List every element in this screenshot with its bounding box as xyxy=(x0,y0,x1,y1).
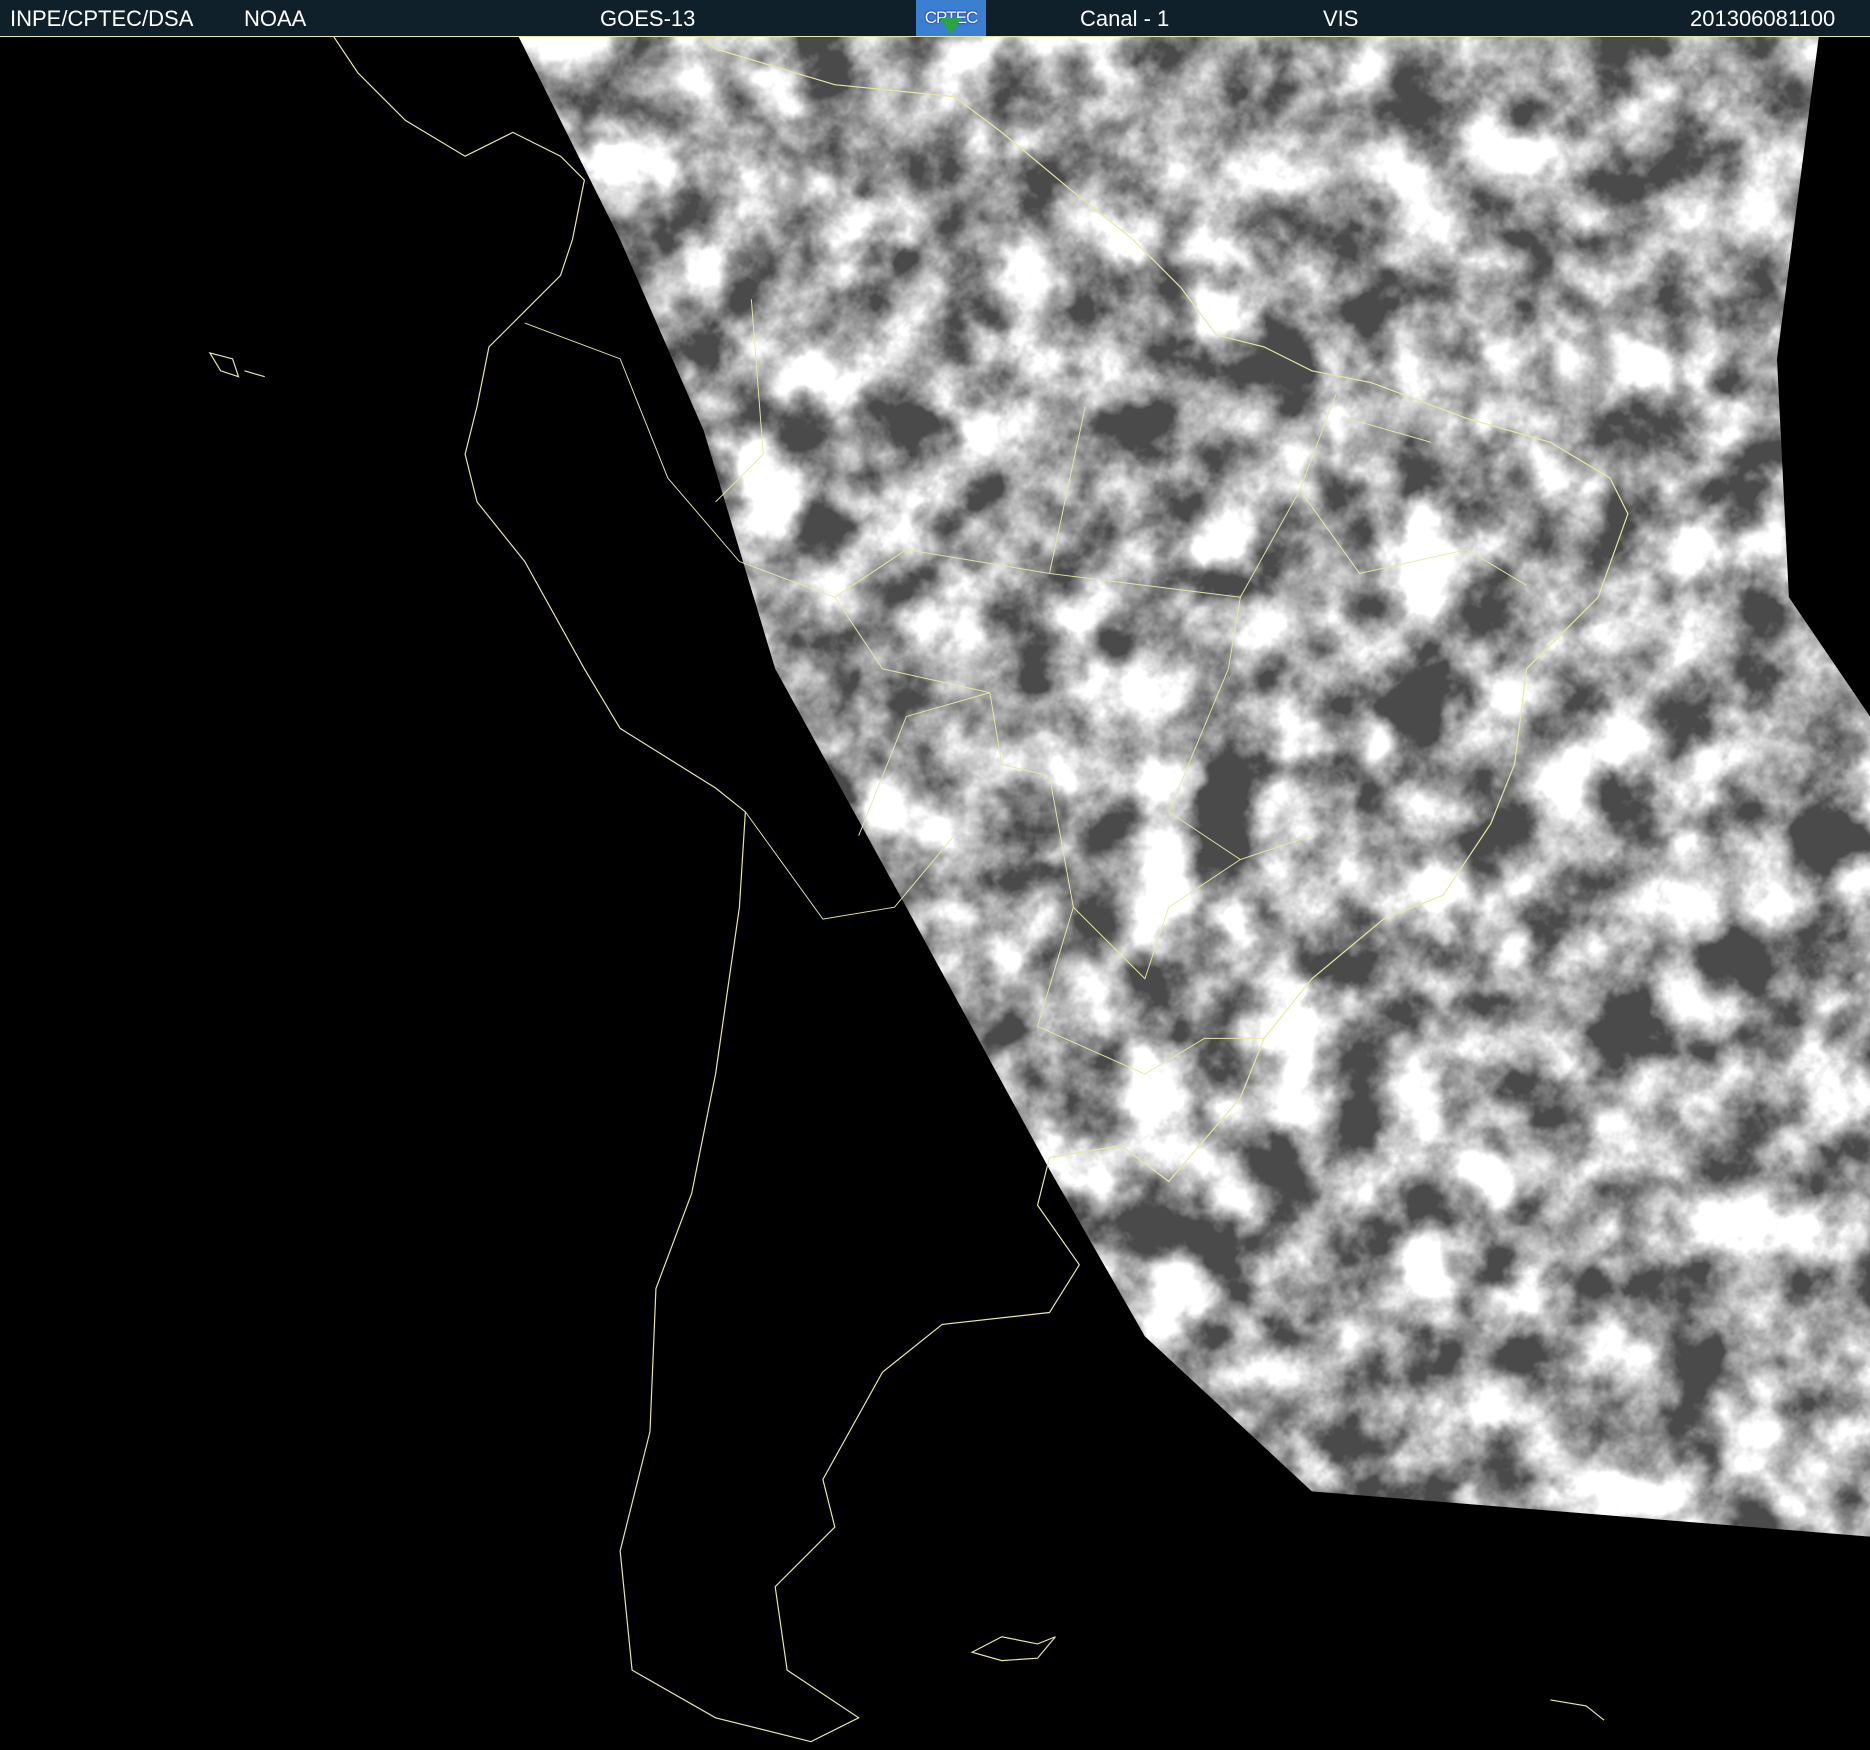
channel-label: Canal - 1 xyxy=(1080,6,1170,31)
agency-label: INPE/CPTEC/DSA xyxy=(10,6,194,31)
satellite-image xyxy=(0,37,1870,1750)
cptec-logo: CPTEC xyxy=(916,0,986,36)
band-label: VIS xyxy=(1323,6,1359,31)
timestamp-label: 201306081100 xyxy=(1690,6,1836,31)
image-header: INPE/CPTEC/DSA NOAA GOES-13 CPTEC Canal … xyxy=(0,0,1870,37)
source-label: NOAA xyxy=(244,6,307,31)
satellite-label: GOES-13 xyxy=(600,6,696,31)
